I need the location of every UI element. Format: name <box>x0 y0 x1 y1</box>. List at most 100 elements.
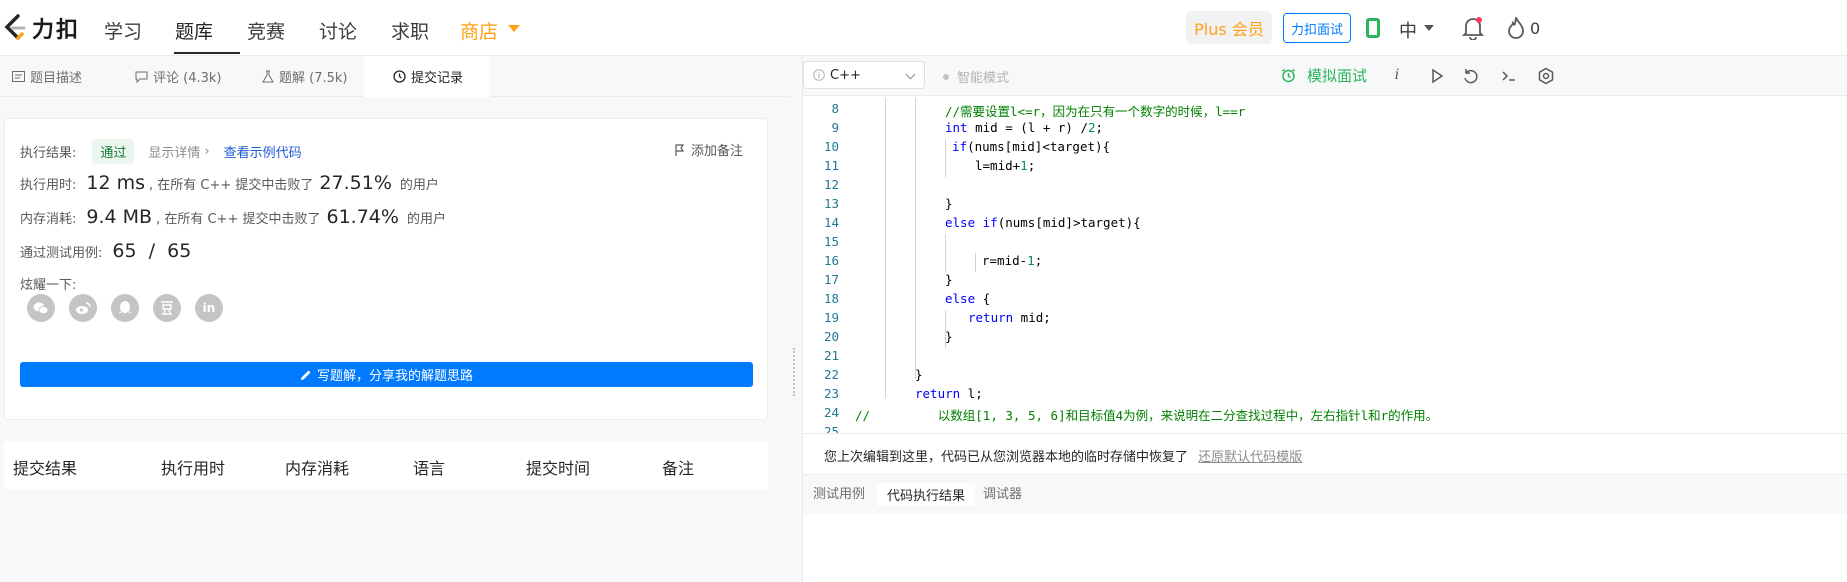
code-line: return l; <box>915 386 983 401</box>
line-number: 20 <box>823 329 839 344</box>
settings-icon[interactable] <box>1537 67 1555 85</box>
qq-icon[interactable] <box>111 294 139 322</box>
line-number: 13 <box>823 196 839 211</box>
line-number: 19 <box>823 310 839 325</box>
nav-active-underline <box>174 52 240 54</box>
douban-icon[interactable] <box>153 294 181 322</box>
line-number: 18 <box>823 291 839 306</box>
editor-toolbar: C++ 智能模式 模拟面试 i <box>803 56 1847 96</box>
mock-interview-label: 模拟面试 <box>1307 67 1368 85</box>
smart-mode-toggle[interactable]: 智能模式 <box>943 67 1009 86</box>
reset-icon[interactable] <box>1462 67 1480 85</box>
nav-problemset[interactable]: 题库 <box>175 17 213 44</box>
console-tabs: 测试用例 代码执行结果 调试器 <box>803 474 1847 514</box>
code-editor[interactable]: 8 9 10 11 12 13 14 15 16 17 18 19 20 21 … <box>803 98 1847 433</box>
mobile-app-icon[interactable] <box>1366 18 1380 38</box>
weibo-icon[interactable] <box>69 294 97 322</box>
code-line: if(nums[mid]<target){ <box>952 139 1111 154</box>
info-italic-icon[interactable]: i <box>1388 67 1406 85</box>
line-number: 11 <box>823 158 839 173</box>
logo[interactable]: 力扣 <box>2 14 81 43</box>
result-row: 执行结果: 通过 显示详情 › 查看示例代码 <box>20 139 302 164</box>
indent-guide <box>975 253 976 272</box>
smart-mode-label: 智能模式 <box>957 71 1010 86</box>
line-number: 14 <box>823 215 839 230</box>
nav-shop[interactable]: 商店 <box>460 17 498 44</box>
nav-jobs[interactable]: 求职 <box>391 17 429 44</box>
line-number: 24 <box>823 405 839 420</box>
leetcode-logo-icon <box>4 14 26 40</box>
chevron-down-icon <box>905 69 916 80</box>
submission-result-card: 执行结果: 通过 显示详情 › 查看示例代码 添加备注 执行用时: 12 ms … <box>4 118 768 420</box>
clock-icon <box>393 70 406 83</box>
col-notes[interactable]: 备注 <box>662 455 694 479</box>
tab-description-label: 题目描述 <box>30 71 83 86</box>
plus-member-button[interactable]: Plus 会员 <box>1186 11 1272 44</box>
line-number: 15 <box>823 234 839 249</box>
restore-default-link[interactable]: 还原默认代码模版 <box>1198 450 1302 465</box>
indent-guide <box>885 98 886 398</box>
col-result[interactable]: 提交结果 <box>13 455 77 479</box>
smart-mode-dot <box>943 73 949 80</box>
line-number: 25 <box>823 424 839 433</box>
tab-testcase[interactable]: 测试用例 <box>813 483 865 502</box>
panel-resize-handle[interactable] <box>793 348 799 396</box>
col-submit-time[interactable]: 提交时间 <box>526 455 590 479</box>
interview-button[interactable]: 力扣面试 <box>1283 13 1351 43</box>
logo-text: 力扣 <box>32 18 81 43</box>
col-language[interactable]: 语言 <box>413 455 445 479</box>
linkedin-icon[interactable]: in <box>195 294 223 322</box>
col-memory[interactable]: 内存消耗 <box>285 455 349 479</box>
memory-users: 的用户 <box>406 212 446 227</box>
runtime-value: 12 ms <box>86 172 146 194</box>
nav-discuss[interactable]: 讨论 <box>319 17 357 44</box>
testcases-label: 通过测试用例: <box>20 246 103 261</box>
memory-percentile: 61.74% <box>326 206 399 228</box>
run-icon[interactable] <box>1428 67 1446 85</box>
alarm-clock-icon <box>1282 68 1295 83</box>
testcases-row: 通过测试用例: 65 / 65 <box>20 240 195 262</box>
code-line: l=mid+1; <box>975 158 1036 173</box>
code-line: } <box>945 196 953 211</box>
wechat-icon[interactable] <box>27 294 55 322</box>
write-solution-button[interactable]: 写题解，分享我的解题思路 <box>20 362 753 387</box>
line-number: 23 <box>823 386 839 401</box>
line-number: 9 <box>831 120 839 135</box>
tab-solutions[interactable]: 题解 (7.5k) <box>262 56 347 97</box>
console-icon[interactable] <box>1500 67 1518 85</box>
share-icons: in <box>27 294 237 322</box>
indent-guide <box>945 139 946 177</box>
runtime-label: 执行用时: <box>20 178 77 193</box>
share-row: 炫耀一下: <box>20 274 76 293</box>
mock-interview-button[interactable]: 模拟面试 <box>1281 65 1367 86</box>
tab-submissions-label: 提交记录 <box>411 71 464 86</box>
tab-debugger[interactable]: 调试器 <box>983 483 1022 502</box>
line-number-gutter: 8 9 10 11 12 13 14 15 16 17 18 19 20 21 … <box>803 98 853 433</box>
col-runtime[interactable]: 执行用时 <box>161 455 225 479</box>
code-line: // 以数组[1, 3, 5, 6]和目标值4为例，来说明在二分查找过程中，左右… <box>855 408 1439 423</box>
language-select[interactable]: C++ <box>803 61 925 89</box>
memory-text: , 在所有 C++ 提交中击败了 <box>156 212 321 227</box>
chevron-down-icon[interactable] <box>1424 25 1434 31</box>
notification-dot <box>1476 17 1482 23</box>
code-line: //需要设置l<=r，因为在只有一个数字的时候，l==r <box>945 104 1246 119</box>
code-line: } <box>945 272 953 287</box>
runtime-percentile: 27.51% <box>319 172 392 194</box>
language-selector[interactable]: 中 <box>1399 17 1417 43</box>
description-icon <box>12 71 25 82</box>
nav-learn[interactable]: 学习 <box>104 17 142 44</box>
tab-run-result[interactable]: 代码执行结果 <box>877 483 976 506</box>
share-label: 炫耀一下: <box>20 278 77 293</box>
view-sample-code-link[interactable]: 查看示例代码 <box>224 142 302 161</box>
tab-comments[interactable]: 评论 (4.3k) <box>135 56 221 97</box>
tab-description[interactable]: 题目描述 <box>12 56 82 97</box>
write-solution-label: 写题解，分享我的解题思路 <box>316 369 473 384</box>
fire-icon[interactable] <box>1507 17 1525 39</box>
show-details-link[interactable]: 显示详情 <box>148 142 200 161</box>
add-note-button[interactable]: 添加备注 <box>675 140 743 159</box>
chevron-right-icon[interactable]: › <box>204 144 209 159</box>
shop-dropdown-icon[interactable] <box>508 25 520 32</box>
language-select-value: C++ <box>830 67 861 83</box>
tab-submissions[interactable]: 提交记录 <box>364 56 490 97</box>
nav-contest[interactable]: 竞赛 <box>247 17 285 44</box>
